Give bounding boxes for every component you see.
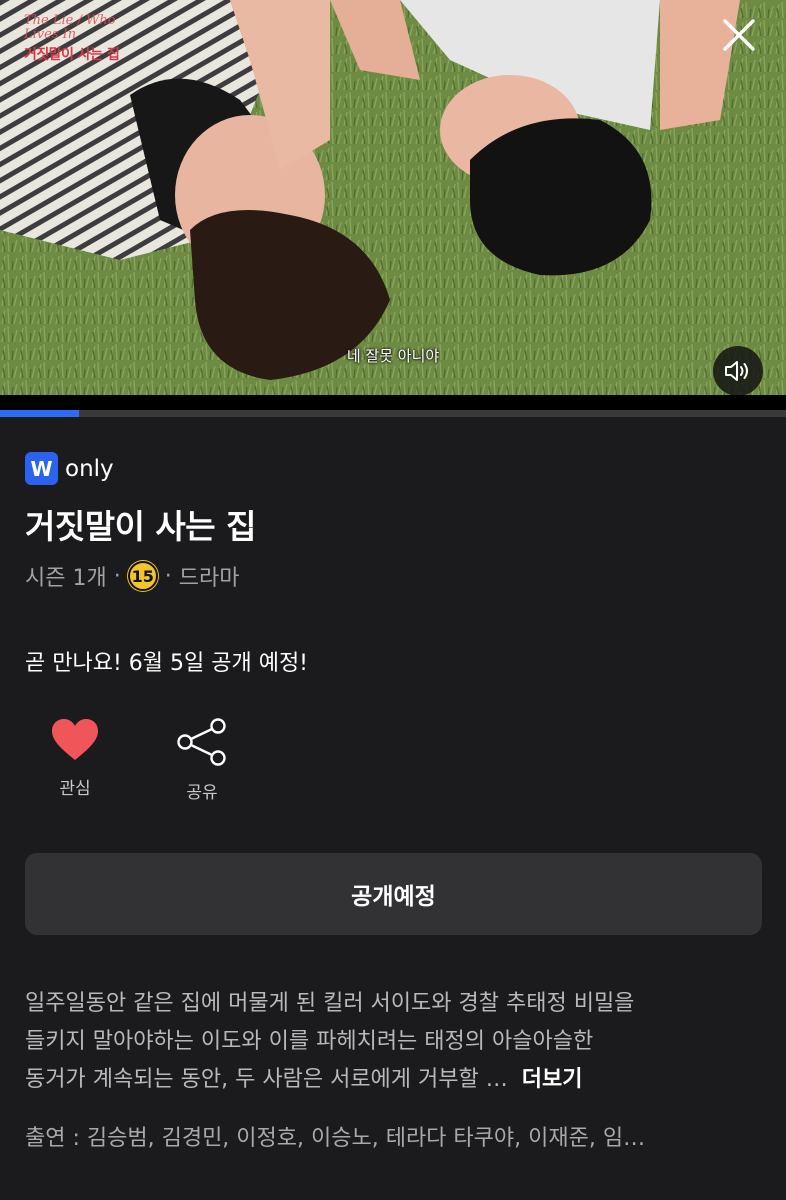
title-logo: The Lie / Who Lives In 거짓말이 사는 집 [24,14,134,64]
badge-label: only [65,455,114,482]
progress-bar[interactable] [0,410,79,417]
heart-icon [52,719,98,760]
like-label: 관심 [59,779,91,799]
video-subtitle: 네 잘못 아니야 [346,347,440,365]
age-rating-badge: 15 [127,561,158,591]
show-title: 거짓말이 사는 집 [25,507,257,546]
sound-toggle-button[interactable] [713,346,763,395]
progress-remaining [78,410,786,417]
more-button[interactable]: 더보기 [522,1067,583,1092]
like-button[interactable]: 관심 [25,718,125,799]
wavve-logo-icon: W [25,452,58,485]
description-text: 동거가 계속되는 동안, 두 사람은 서로에게 거부할 … [25,1067,508,1092]
wavve-only-badge: W only [25,452,114,485]
close-icon [723,19,755,51]
close-button[interactable] [722,18,756,52]
meta-separator: · [113,563,121,589]
logo-korean-text: 거짓말이 사는 집 [24,47,120,63]
season-count: 시즌 1개 [25,566,107,591]
progress-track [0,395,786,411]
logo-script-text: The Lie / Who Lives In [24,13,116,42]
share-label: 공유 [186,783,218,803]
speaker-icon [725,361,748,381]
genre-label: 드라마 [178,566,240,591]
description-line: 동거가 계속되는 동안, 두 사람은 서로에게 거부할 … 더보기 [25,1061,770,1099]
description-line: 일주일동안 같은 집에 머물게 된 킬러 서이도와 경찰 추태정 비밀을 [25,991,635,1016]
description: 일주일동안 같은 집에 머물게 된 킬러 서이도와 경찰 추태정 비밀을 들키지… [25,985,770,1099]
description-line: 들키지 말아야하는 이도와 이를 파헤치려는 태정의 아슬아슬한 [25,1029,594,1054]
coming-soon-button[interactable]: 공개예정 [25,853,762,935]
share-button[interactable]: 공유 [152,718,252,803]
share-icon [177,718,226,766]
meta-separator: · [164,563,172,589]
show-meta: 시즌 1개 · 15 · 드라마 [25,560,239,592]
cast-list: 출연 : 김승범, 김경민, 이정호, 이승노, 테라다 타쿠야, 이재준, 임… [25,1126,646,1151]
release-notice: 곧 만나요! 6월 5일 공개 예정! [25,651,308,676]
video-player[interactable]: The Lie / Who Lives In 거짓말이 사는 집 네 잘못 아니… [0,0,786,395]
